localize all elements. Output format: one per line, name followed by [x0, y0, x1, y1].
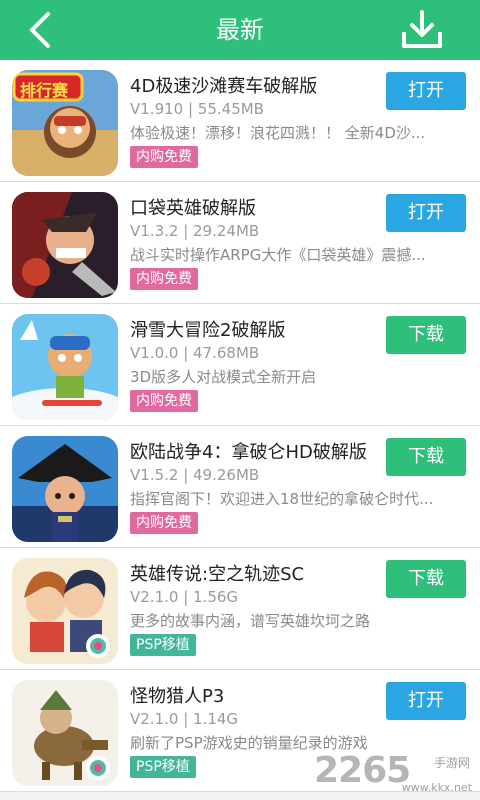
monster-hunter-icon[interactable]: [12, 680, 118, 786]
list-item[interactable]: 英雄传说:空之轨迹SC V2.1.0 | 1.56G 更多的故事内涵，谱写英雄坎…: [0, 548, 480, 670]
download-icon[interactable]: [400, 10, 444, 50]
thumb-text: 排行赛: [20, 81, 69, 100]
app-description: 更多的故事内涵，谱写英雄坎坷之路: [130, 612, 371, 630]
download-button[interactable]: 下载: [386, 560, 466, 598]
open-button[interactable]: 打开: [386, 682, 466, 720]
watermark-number: 2265: [314, 750, 411, 791]
top-bar: 最新: [0, 0, 480, 60]
list-item[interactable]: 欧陆战争4：拿破仑HD破解版 V1.5.2 | 49.26MB 指挥官阁下！欢迎…: [0, 426, 480, 548]
app-description: 3D版多人对战模式全新开启: [130, 368, 317, 386]
app-name[interactable]: 4D极速沙滩赛车破解版: [130, 72, 317, 98]
open-button[interactable]: 打开: [386, 72, 466, 110]
site-watermark: 2265 手游网 www.kkx.net: [314, 748, 474, 796]
app-description: 战斗实时操作ARPG大作《口袋英雄》震撼...: [130, 246, 426, 264]
list-item[interactable]: 口袋英雄破解版 V1.3.2 | 29.24MB 战斗实时操作ARPG大作《口袋…: [0, 182, 480, 304]
app-list: 排行赛 4D极速沙滩赛车破解版 V1.910 | 55.45MB 体验极速！漂移…: [0, 60, 480, 792]
status-badge: PSP移植: [130, 756, 196, 778]
app-meta: V1.5.2 | 49.26MB: [130, 466, 260, 484]
app-description: 体验极速！漂移！浪花四溅！！ 全新4D沙...: [130, 124, 426, 142]
status-badge: PSP移植: [130, 634, 196, 656]
status-badge: 内购免费: [130, 390, 198, 412]
download-button[interactable]: 下载: [386, 316, 466, 354]
open-button[interactable]: 打开: [386, 194, 466, 232]
app-meta: V1.3.2 | 29.24MB: [130, 222, 260, 240]
list-item[interactable]: 排行赛 4D极速沙滩赛车破解版 V1.910 | 55.45MB 体验极速！漂移…: [0, 60, 480, 182]
pocket-heroes-icon[interactable]: [12, 192, 118, 298]
napoleon-icon[interactable]: [12, 436, 118, 542]
watermark-url: www.kkx.net: [401, 781, 472, 794]
app-name[interactable]: 英雄传说:空之轨迹SC: [130, 560, 304, 586]
app-name[interactable]: 怪物猎人P3: [130, 682, 224, 708]
status-badge: 内购免费: [130, 512, 198, 534]
ski-safari-icon[interactable]: [12, 314, 118, 420]
app-name[interactable]: 欧陆战争4：拿破仑HD破解版: [130, 438, 367, 464]
trails-in-the-sky-icon[interactable]: [12, 558, 118, 664]
app-description: 指挥官阁下！欢迎进入18世纪的拿破仑时代...: [130, 490, 434, 508]
list-item[interactable]: 滑雪大冒险2破解版 V1.0.0 | 47.68MB 3D版多人对战模式全新开启…: [0, 304, 480, 426]
status-badge: 内购免费: [130, 268, 198, 290]
watermark-site: 手游网: [433, 756, 470, 770]
app-meta: V1.0.0 | 47.68MB: [130, 344, 260, 362]
app-meta: V2.1.0 | 1.14G: [130, 710, 239, 728]
racing-game-icon[interactable]: 排行赛: [12, 70, 118, 176]
app-meta: V1.910 | 55.45MB: [130, 100, 264, 118]
download-button[interactable]: 下载: [386, 438, 466, 476]
status-badge: 内购免费: [130, 146, 198, 168]
app-name[interactable]: 滑雪大冒险2破解版: [130, 316, 285, 342]
app-name[interactable]: 口袋英雄破解版: [130, 194, 256, 220]
app-meta: V2.1.0 | 1.56G: [130, 588, 239, 606]
